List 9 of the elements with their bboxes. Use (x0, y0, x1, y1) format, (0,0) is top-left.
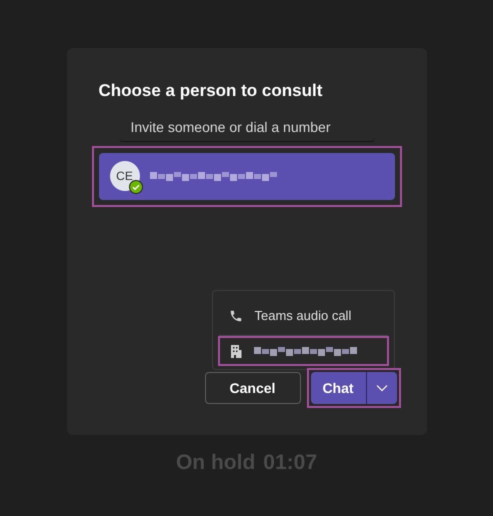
chat-button[interactable]: Chat (310, 372, 366, 404)
phone-icon (228, 309, 242, 323)
dialog-title: Choose a person to consult (98, 80, 324, 102)
building-icon (230, 344, 242, 358)
chevron-down-icon (376, 384, 388, 392)
cancel-button[interactable]: Cancel (204, 372, 300, 404)
dropdown-button[interactable] (366, 372, 396, 404)
call-option[interactable]: Teams audio call (218, 304, 388, 328)
person-result[interactable]: CE (98, 152, 394, 200)
